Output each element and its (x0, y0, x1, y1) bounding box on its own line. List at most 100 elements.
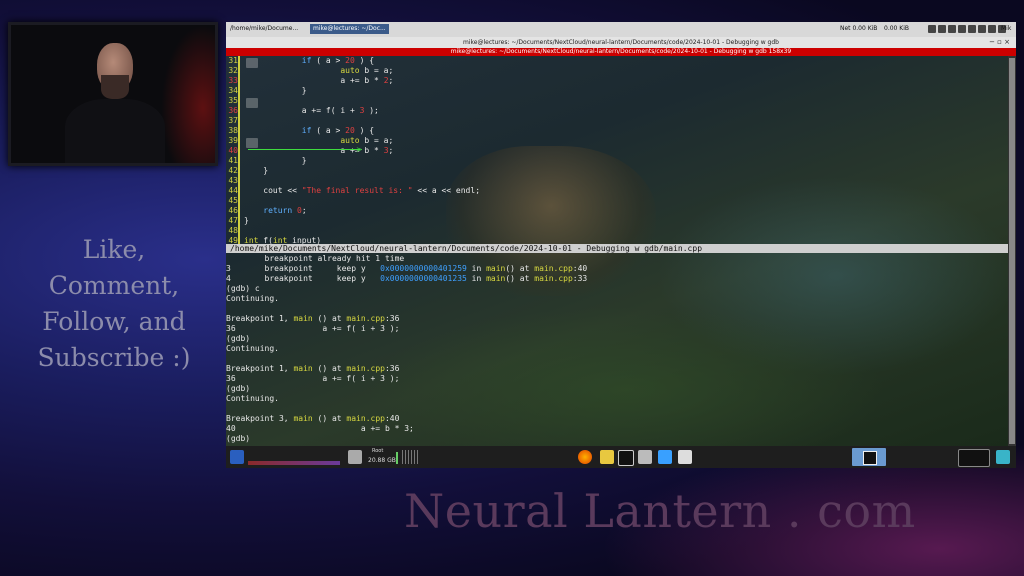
line-number: 36 (228, 106, 238, 115)
scrollbar-thumb[interactable] (1009, 58, 1015, 444)
code-token: } (244, 166, 269, 175)
source-code: if ( a > 20 ) { (244, 56, 374, 66)
taskbar-window-file-manager[interactable]: /home/mike/Docume... (230, 25, 298, 34)
presenter-body (65, 99, 165, 163)
source-line: 44 cout << "The final result is: " << a … (226, 186, 1016, 196)
gdb-output-line: Breakpoint 3, main () at main.cpp:40 (226, 414, 1016, 424)
update-icon[interactable] (938, 25, 946, 33)
code-token: Breakpoint 3, (226, 414, 294, 423)
source-line: 35 (226, 96, 1016, 106)
code-token: ) { (354, 126, 375, 135)
code-token: ; (301, 206, 307, 215)
active-terminal-button[interactable] (852, 448, 886, 466)
code-token: 4 breakpoint keep y (226, 274, 381, 283)
code-token: ( a > (311, 56, 346, 65)
source-code: a += f( i + 3 ); (244, 106, 379, 116)
source-line: 32 auto b = a; (226, 66, 1016, 76)
code-token: :36 (384, 364, 400, 373)
desktop-screen: /home/mike/Docume... mike@lectures: ~/Do… (226, 22, 1016, 468)
window-title: mike@lectures: ~/Documents/NextCloud/neu… (463, 39, 779, 46)
code-token: main.cpp (534, 274, 573, 283)
calculator-icon[interactable] (638, 450, 652, 464)
code-token: a += f( i + (244, 106, 360, 115)
code-token: () at (312, 364, 347, 373)
line-number: 31 (228, 56, 238, 65)
firefox-icon[interactable] (578, 450, 592, 464)
line-number: 46 (228, 206, 238, 215)
user-menu[interactable]: Mik (1001, 25, 1011, 34)
cta-line: Like, Comment, (48, 235, 180, 300)
code-token: b = a; (359, 136, 394, 145)
code-token: main (486, 264, 506, 273)
show-desktop-icon[interactable] (996, 450, 1010, 464)
code-token: 20 (345, 56, 355, 65)
source-line: 41 } (226, 156, 1016, 166)
volume-icon[interactable] (988, 25, 996, 33)
line-number: 32 (228, 66, 238, 75)
disk-label: Root (372, 448, 384, 454)
gdb-output-line: Continuing. (226, 394, 1016, 404)
bluetooth-icon[interactable] (978, 25, 986, 33)
code-token: ( a > (311, 126, 346, 135)
gdb-command-window[interactable]: breakpoint already hit 1 time 3 breakpoin… (226, 254, 1016, 444)
line-number: 35 (228, 96, 238, 105)
clipboard-icon[interactable] (928, 25, 936, 33)
gdb-output-line (226, 304, 1016, 314)
gdb-output-line: (gdb) (226, 384, 1016, 394)
code-token: main (293, 414, 313, 423)
code-token: 0x0000000000401235 (380, 274, 467, 283)
code-token: } (244, 86, 307, 95)
code-token: ; (388, 76, 394, 85)
taskbar-window-terminal[interactable]: mike@lectures: ~/Doc... (310, 24, 389, 34)
drive-icon[interactable] (348, 450, 362, 464)
code-token: } (244, 156, 307, 165)
network-monitor-up: 0.00 KiB (884, 25, 909, 32)
current-line-arrow (248, 149, 360, 150)
source-line: 47} (226, 216, 1016, 226)
code-token: auto (340, 136, 360, 145)
line-number: 40 (228, 146, 238, 155)
disk-usage-bar (396, 452, 398, 464)
terminal-icon (863, 451, 877, 465)
power-icon[interactable] (968, 25, 976, 33)
code-token: ) { (354, 56, 375, 65)
gdb-output-line: Continuing. (226, 294, 1016, 304)
terminal-scrollbar[interactable] (1008, 56, 1016, 446)
source-line: 31 if ( a > 20 ) { (226, 56, 1016, 66)
dock-separator (402, 450, 420, 464)
code-token: (gdb) c (226, 284, 260, 293)
top-panel: /home/mike/Docume... mike@lectures: ~/Do… (226, 22, 1016, 37)
file-manager-icon[interactable] (958, 449, 990, 467)
system-tray (928, 25, 1006, 34)
cpu-graph (248, 461, 340, 465)
text-editor-icon[interactable] (678, 450, 692, 464)
app-menu-icon[interactable] (230, 450, 244, 464)
terminal-area[interactable]: 31 if ( a > 20 ) {32 auto b = a; 33 a += … (226, 56, 1016, 446)
source-line: 45 (226, 196, 1016, 206)
gdb-output-line: Breakpoint 1, main () at main.cpp:36 (226, 314, 1016, 324)
code-token: main.cpp (346, 314, 385, 323)
gdb-output-line: Breakpoint 1, main () at main.cpp:36 (226, 364, 1016, 374)
network-icon[interactable] (948, 25, 956, 33)
window-controls[interactable]: − ▫ × (989, 37, 1010, 48)
display-icon[interactable] (958, 25, 966, 33)
gdb-output-line: 40 a += b * 3; (226, 424, 1016, 434)
terminal-icon[interactable] (618, 450, 634, 466)
document-icon[interactable] (658, 450, 672, 464)
source-code: auto b = a; (244, 66, 393, 76)
source-code: cout << "The final result is: " << a << … (244, 186, 480, 196)
source-line: 36 a += f( i + 3 ); (226, 106, 1016, 116)
code-token: () at (312, 314, 347, 323)
source-line: 42 } (226, 166, 1016, 176)
gdb-output-line: (gdb) c (226, 284, 1016, 294)
source-code: } (244, 156, 307, 166)
code-token: } (244, 216, 249, 225)
notes-icon[interactable] (600, 450, 614, 464)
bottom-dock: Root 20.88 GB (226, 446, 1016, 468)
code-token: if (301, 126, 312, 135)
source-line: 38 if ( a > 20 ) { (226, 126, 1016, 136)
line-number: 37 (228, 116, 238, 125)
code-token: :36 (384, 314, 400, 323)
